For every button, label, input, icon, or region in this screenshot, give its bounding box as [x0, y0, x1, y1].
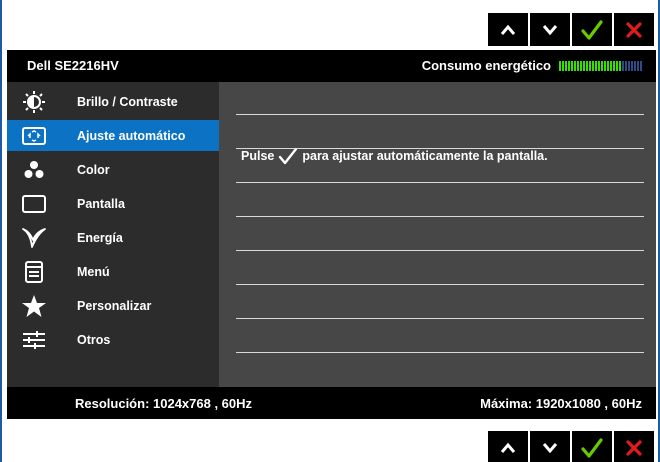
- auto-adjust-hint: Pulse para ajustar automáticamente la pa…: [241, 147, 548, 165]
- menu-item-personalizar[interactable]: Personalizar: [7, 290, 219, 321]
- energy-segment: [625, 60, 627, 71]
- menu-label: Energía: [77, 230, 123, 245]
- menu-label: Color: [77, 162, 110, 177]
- energy-segment: [598, 60, 600, 71]
- energy-segment: [607, 60, 609, 71]
- osd-header: Dell SE2216HV Consumo energético: [7, 50, 656, 80]
- up-icon: [500, 442, 516, 453]
- energy-meter: [559, 60, 642, 71]
- energy-segment: [634, 60, 636, 71]
- row-divider: [236, 250, 644, 251]
- row-divider: [236, 114, 644, 115]
- down-icon: [542, 24, 558, 35]
- energy-segment: [628, 60, 630, 71]
- energy-segment: [562, 60, 564, 71]
- energy-segment: [616, 60, 618, 71]
- row-divider: [236, 216, 644, 217]
- menu-icon: [21, 260, 47, 284]
- color-icon: [21, 158, 47, 182]
- check-button[interactable]: [572, 13, 612, 46]
- row-divider: [236, 148, 644, 149]
- energy-segment: [613, 60, 615, 71]
- auto-adjust-icon: [21, 124, 47, 148]
- down-button[interactable]: [530, 13, 570, 46]
- energy-segment: [601, 60, 603, 71]
- energy-segment: [631, 60, 633, 71]
- menu-item-color[interactable]: Color: [7, 154, 219, 185]
- energy-indicator: Consumo energético: [422, 58, 642, 73]
- hint-text-after: para ajustar automáticamente la pantalla…: [302, 149, 548, 163]
- energy-segment: [568, 60, 570, 71]
- bottom-button-row: [488, 431, 654, 462]
- left-border-line: [0, 0, 2, 462]
- close-button[interactable]: [614, 13, 654, 46]
- check-icon: [581, 19, 603, 40]
- energy-label: Consumo energético: [421, 58, 551, 73]
- menu-label: Personalizar: [77, 298, 152, 313]
- row-divider: [236, 182, 644, 183]
- menu-item-ajuste-automatico[interactable]: Ajuste automático: [7, 120, 219, 151]
- energy-segment: [574, 60, 576, 71]
- up-icon: [500, 24, 516, 35]
- top-button-row: [488, 13, 654, 46]
- energy-segment: [619, 60, 621, 71]
- menu-item-energia[interactable]: Energía: [7, 222, 219, 253]
- check-icon: [279, 147, 298, 165]
- brightness-icon: [21, 90, 47, 114]
- menu-label: Pantalla: [77, 196, 125, 211]
- sliders-icon: [21, 328, 47, 352]
- energy-segment: [565, 60, 567, 71]
- menu-label: Brillo / Contraste: [77, 94, 178, 109]
- osd-window: Dell SE2216HV Consumo energético Brillo …: [7, 50, 656, 419]
- up-button[interactable]: [488, 13, 528, 46]
- hint-text-before: Pulse: [241, 149, 275, 163]
- osd-menu: Brillo / Contraste Ajuste automático Col…: [7, 82, 219, 387]
- energy-segment: [604, 60, 606, 71]
- energy-segment: [583, 60, 585, 71]
- menu-label: Otros: [77, 332, 111, 347]
- energy-segment: [637, 60, 639, 71]
- check-button[interactable]: [572, 431, 612, 462]
- menu-label: Menú: [77, 264, 110, 279]
- energy-segment: [580, 60, 582, 71]
- energy-segment: [559, 60, 561, 71]
- energy-segment: [586, 60, 588, 71]
- energy-segment: [622, 60, 624, 71]
- energy-segment: [610, 60, 612, 71]
- menu-item-pantalla[interactable]: Pantalla: [7, 188, 219, 219]
- energy-segment: [571, 60, 573, 71]
- row-divider: [236, 318, 644, 319]
- star-icon: [21, 294, 47, 318]
- down-icon: [542, 442, 558, 453]
- menu-item-brillo-contraste[interactable]: Brillo / Contraste: [7, 86, 219, 117]
- energy-icon: [21, 226, 47, 250]
- content-panel: Pulse para ajustar automáticamente la pa…: [219, 82, 656, 387]
- up-button[interactable]: [488, 431, 528, 462]
- energy-segment: [577, 60, 579, 71]
- max-resolution: Máxima: 1920x1080 , 60Hz: [480, 396, 642, 411]
- close-icon: [626, 439, 642, 456]
- menu-item-otros[interactable]: Otros: [7, 324, 219, 355]
- monitor-model: Dell SE2216HV: [27, 58, 119, 73]
- down-button[interactable]: [530, 431, 570, 462]
- energy-segment: [595, 60, 597, 71]
- menu-label: Ajuste automático: [77, 128, 186, 143]
- row-divider: [236, 352, 644, 353]
- energy-segment: [592, 60, 594, 71]
- current-resolution: Resolución: 1024x768 , 60Hz: [75, 396, 253, 411]
- display-icon: [21, 192, 47, 216]
- osd-footer: Resolución: 1024x768 , 60Hz Máxima: 1920…: [7, 388, 656, 419]
- close-button[interactable]: [614, 431, 654, 462]
- check-icon: [581, 437, 603, 458]
- energy-segment: [640, 60, 642, 71]
- energy-segment: [589, 60, 591, 71]
- close-icon: [626, 21, 642, 38]
- menu-item-menu[interactable]: Menú: [7, 256, 219, 287]
- row-divider: [236, 284, 644, 285]
